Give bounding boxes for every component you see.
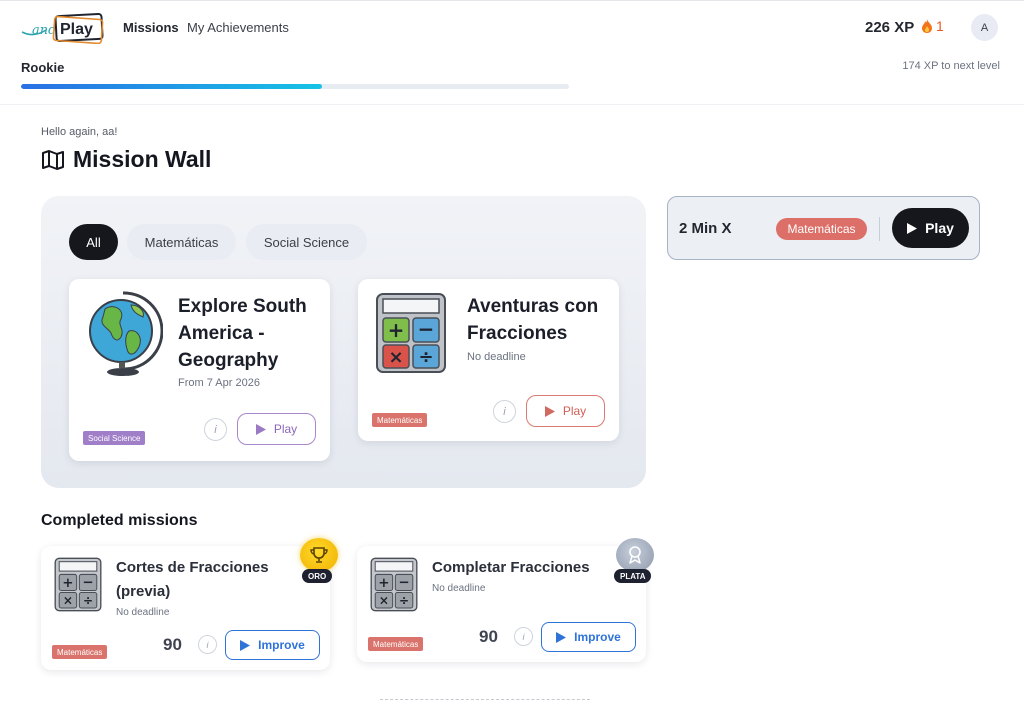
quick-challenge-card[interactable]: 2 Min X Matemáticas Play xyxy=(667,196,980,260)
play-button[interactable]: Play xyxy=(526,395,605,427)
play-icon xyxy=(544,405,555,417)
mission-title: Explore South America - Geography xyxy=(178,296,307,371)
svg-text:×: × xyxy=(388,347,403,368)
subject-tag: Matemáticas xyxy=(52,645,108,659)
subject-tag: Matemáticas xyxy=(368,637,424,651)
quick-challenge-title: 2 Min X xyxy=(679,220,732,237)
level-name: Rookie xyxy=(21,60,65,75)
info-icon[interactable]: i xyxy=(204,418,227,441)
play-icon xyxy=(556,631,567,643)
level-progress-fill xyxy=(21,84,323,89)
info-icon[interactable]: i xyxy=(198,635,217,654)
subject-tag: Matemáticas xyxy=(776,218,867,240)
mission-date: From 7 Apr 2026 xyxy=(178,377,260,389)
calculator-icon: + − × ÷ xyxy=(376,293,446,373)
mission-panel: All Matemáticas Social Science Explore S… xyxy=(41,196,646,488)
mission-card-south-america[interactable]: Explore South America - Geography From 7… xyxy=(69,279,330,461)
greeting: Hello again, aa! xyxy=(41,126,118,138)
andplay-logo[interactable]: and Play xyxy=(20,12,106,44)
bottom-partial-content xyxy=(380,699,590,704)
flame-icon xyxy=(922,19,932,33)
play-icon xyxy=(240,639,251,651)
mission-card-aventuras[interactable]: + − × ÷ Aventuras con Fracciones No dead… xyxy=(358,279,619,441)
improve-button[interactable]: Improve xyxy=(225,630,320,660)
mission-title: Aventuras con Fracciones xyxy=(467,296,599,344)
score: 90 xyxy=(163,635,182,654)
page-title: Mission Wall xyxy=(41,146,211,173)
score: 90 xyxy=(479,627,498,646)
svg-text:Play: Play xyxy=(60,21,93,38)
xp-total: 226 XP xyxy=(865,19,915,36)
svg-text:×: × xyxy=(63,594,73,608)
nav-missions[interactable]: Missions xyxy=(123,20,179,35)
medal-label: PLATA xyxy=(614,569,652,583)
play-button[interactable]: Play xyxy=(892,208,969,248)
completed-missions-heading: Completed missions xyxy=(41,512,198,529)
completed-card-cortes[interactable]: + − × ÷ Cortes de Fracciones (previa) No… xyxy=(41,538,338,670)
page-title-text: Mission Wall xyxy=(73,146,212,172)
ribbon-icon xyxy=(629,546,641,564)
completed-deadline: No deadline xyxy=(116,607,170,618)
subject-tag: Matemáticas xyxy=(372,413,428,427)
gold-medal xyxy=(300,538,338,572)
subject-tag: Social Science xyxy=(83,431,146,445)
completed-title: Completar Fracciones xyxy=(432,559,590,576)
streak-counter: 1 xyxy=(921,18,944,34)
calculator-icon: + − × ÷ xyxy=(54,557,102,612)
svg-text:−: − xyxy=(398,576,409,591)
streak-count: 1 xyxy=(936,18,944,34)
map-icon xyxy=(42,149,64,170)
svg-text:+: + xyxy=(62,576,73,591)
silver-medal xyxy=(616,538,654,572)
svg-text:×: × xyxy=(379,594,389,608)
svg-text:−: − xyxy=(418,317,435,341)
nav-achievements[interactable]: My Achievements xyxy=(187,20,289,35)
calculator-icon: + − × ÷ xyxy=(370,557,418,612)
improve-button[interactable]: Improve xyxy=(541,622,636,652)
app-header: and Play Missions My Achievements 226 XP… xyxy=(0,4,1024,50)
divider xyxy=(879,217,880,241)
completed-deadline: No deadline xyxy=(432,583,486,594)
info-icon[interactable]: i xyxy=(493,400,516,423)
completed-title: Cortes de Fracciones (previa) xyxy=(116,559,269,600)
svg-text:+: + xyxy=(378,576,389,591)
level-progress-bar xyxy=(21,84,569,89)
filter-social-science[interactable]: Social Science xyxy=(246,224,367,260)
play-icon xyxy=(255,423,266,435)
mission-deadline: No deadline xyxy=(467,351,526,363)
globe-icon xyxy=(89,291,163,376)
svg-text:÷: ÷ xyxy=(83,594,93,608)
avatar[interactable]: A xyxy=(971,14,998,41)
svg-text:−: − xyxy=(82,576,93,591)
play-icon xyxy=(907,222,918,234)
svg-text:÷: ÷ xyxy=(418,347,433,368)
filter-all[interactable]: All xyxy=(69,224,118,260)
header-divider xyxy=(0,104,1024,105)
info-icon[interactable]: i xyxy=(514,627,533,646)
svg-text:+: + xyxy=(388,318,405,342)
filter-matematicas[interactable]: Matemáticas xyxy=(127,224,236,260)
medal-label: ORO xyxy=(302,569,333,583)
svg-text:÷: ÷ xyxy=(399,594,409,608)
xp-to-next-level: 174 XP to next level xyxy=(902,60,1000,72)
trophy-icon xyxy=(310,547,328,563)
completed-card-completar[interactable]: + − × ÷ Completar Fracciones No deadline… xyxy=(357,538,654,662)
play-button[interactable]: Play xyxy=(237,413,316,445)
